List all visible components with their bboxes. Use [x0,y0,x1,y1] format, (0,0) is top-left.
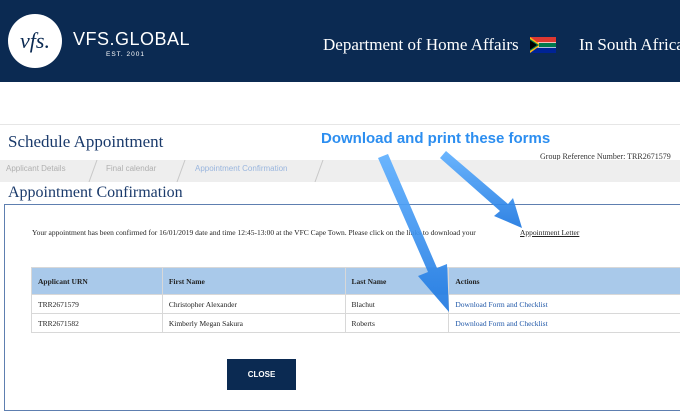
logo-text: vfs. [8,28,62,54]
step-applicant-details: Applicant Details [6,164,66,173]
step-final-calendar: Final calendar [106,164,156,173]
confirmation-message: Your appointment has been confirmed for … [32,228,476,237]
appointment-letter-link[interactable]: Appointment Letter [520,228,579,237]
column-header-first-name: First Name [162,268,345,295]
download-form-link[interactable]: Download Form and Checklist [449,314,680,333]
brand-est: EST. 2001 [106,51,145,58]
department-title: Department of Home Affairs [323,35,519,55]
column-header-urn: Applicant URN [32,268,163,295]
step-appointment-confirmation: Appointment Confirmation [195,164,288,173]
applicant-urn: TRR2671579 [32,295,163,314]
schedule-title: Schedule Appointment [8,132,163,152]
step-separator [176,160,186,182]
applicant-last-name: Roberts [345,314,449,333]
applicant-last-name: Blachut [345,295,449,314]
brand-name: VFS.GLOBAL [73,29,190,50]
table-row: TRR2671579 Christopher Alexander Blachut… [32,295,680,314]
page-spacer [0,82,680,122]
vfs-logo[interactable]: vfs. [8,14,62,68]
progress-steps [0,160,680,182]
applicant-first-name: Christopher Alexander [162,295,345,314]
table-header-row: Applicant URN First Name Last Name Actio… [32,268,680,295]
step-separator [314,160,324,182]
country-label: In South Africa [579,35,680,55]
annotation-text: Download and print these forms [321,130,550,147]
column-header-actions: Actions [449,268,680,295]
step-separator [88,160,98,182]
close-button[interactable]: CLOSE [227,359,296,390]
applicant-urn: TRR2671582 [32,314,163,333]
applicants-table: Applicant URN First Name Last Name Actio… [31,267,680,333]
download-form-link[interactable]: Download Form and Checklist [449,295,680,314]
applicant-first-name: Kimberly Megan Sakura [162,314,345,333]
confirmation-title: Appointment Confirmation [8,184,183,202]
table-row: TRR2671582 Kimberly Megan Sakura Roberts… [32,314,680,333]
column-header-last-name: Last Name [345,268,449,295]
south-africa-flag-icon [530,37,556,53]
